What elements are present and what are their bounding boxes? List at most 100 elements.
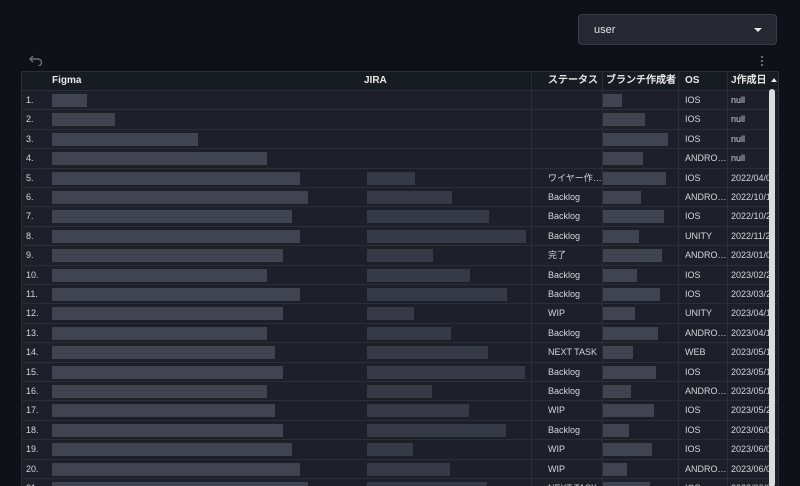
status-cell[interactable]: Backlog <box>548 188 603 207</box>
os-cell[interactable]: ANDRO… <box>685 246 727 265</box>
table-row[interactable]: 15. Backlog IOS 2023/05/1 <box>22 363 778 382</box>
row-index[interactable]: 3. <box>26 130 52 149</box>
redacted-jira-cell[interactable] <box>367 346 488 360</box>
redacted-figma-cell[interactable] <box>52 171 300 185</box>
row-index[interactable]: 6. <box>26 188 52 207</box>
redacted-branch-author-cell[interactable] <box>602 268 637 282</box>
table-row[interactable]: 12. WIP UNITY 2023/04/1 <box>22 304 778 324</box>
redacted-branch-author-cell[interactable] <box>602 113 645 127</box>
os-cell[interactable]: ANDRO… <box>685 460 727 479</box>
redacted-jira-cell[interactable] <box>367 249 433 263</box>
user-select[interactable]: user <box>578 14 777 45</box>
row-index[interactable]: 11. <box>26 285 52 304</box>
row-index[interactable]: 1. <box>26 91 52 110</box>
redacted-branch-author-cell[interactable] <box>602 307 635 321</box>
row-index[interactable]: 17. <box>26 401 52 420</box>
os-cell[interactable]: IOS <box>685 421 727 440</box>
os-cell[interactable]: IOS <box>685 91 727 110</box>
redacted-figma-cell[interactable] <box>52 443 292 457</box>
os-cell[interactable]: IOS <box>685 207 727 226</box>
row-index[interactable]: 14. <box>26 343 52 362</box>
status-cell[interactable]: Backlog <box>548 421 603 440</box>
table-row[interactable]: 8. Backlog UNITY 2022/11/2 <box>22 227 778 247</box>
redacted-jira-cell[interactable] <box>367 462 450 476</box>
status-cell[interactable]: WIP <box>548 460 603 479</box>
status-cell[interactable]: WIP <box>548 440 603 459</box>
redacted-branch-author-cell[interactable] <box>602 326 658 340</box>
table-row[interactable]: 1. IOS null <box>22 91 778 111</box>
os-cell[interactable]: IOS <box>685 479 727 486</box>
header-figma[interactable]: Figma <box>52 72 352 90</box>
status-cell[interactable] <box>548 149 603 168</box>
row-index[interactable]: 15. <box>26 363 52 382</box>
os-cell[interactable]: ANDRO… <box>685 382 727 401</box>
redacted-jira-cell[interactable] <box>367 365 525 379</box>
row-index[interactable]: 9. <box>26 246 52 265</box>
table-row[interactable]: 10. Backlog IOS 2023/02/2 <box>22 266 778 285</box>
status-cell[interactable]: Backlog <box>548 324 603 343</box>
redacted-jira-cell[interactable] <box>367 326 451 340</box>
redacted-jira-cell[interactable] <box>367 404 469 418</box>
row-index[interactable]: 12. <box>26 304 52 323</box>
vertical-scrollbar[interactable] <box>769 89 775 486</box>
redacted-figma-cell[interactable] <box>52 268 267 282</box>
table-row[interactable]: 20. WIP ANDRO… 2023/06/0 <box>22 460 778 479</box>
redacted-branch-author-cell[interactable] <box>602 229 639 243</box>
redacted-jira-cell[interactable] <box>367 385 432 398</box>
table-row[interactable]: 7. Backlog IOS 2022/10/2 <box>22 207 778 227</box>
row-index[interactable]: 10. <box>26 266 52 285</box>
redacted-branch-author-cell[interactable] <box>602 462 627 476</box>
data-grid[interactable]: Figma JIRA ステータス ブランチ作成者 OS J作成日 1. IOS nu… <box>21 71 779 486</box>
row-index[interactable]: 21. <box>26 479 52 486</box>
row-index[interactable]: 5. <box>26 169 52 188</box>
redacted-figma-cell[interactable] <box>52 385 267 398</box>
redacted-jira-cell[interactable] <box>367 268 470 282</box>
redacted-branch-author-cell[interactable] <box>602 423 629 437</box>
table-row[interactable]: 4. ANDRO… null <box>22 149 778 169</box>
redacted-branch-author-cell[interactable] <box>602 443 652 457</box>
row-index[interactable]: 20. <box>26 460 52 479</box>
header-status[interactable]: ステータス <box>548 72 603 90</box>
redacted-branch-author-cell[interactable] <box>602 288 660 301</box>
redacted-branch-author-cell[interactable] <box>602 171 666 185</box>
redacted-jira-cell[interactable] <box>367 443 413 457</box>
redacted-figma-cell[interactable] <box>52 365 283 379</box>
redacted-figma-cell[interactable] <box>52 482 308 486</box>
os-cell[interactable]: WEB <box>685 343 727 362</box>
status-cell[interactable] <box>548 110 603 129</box>
redacted-branch-author-cell[interactable] <box>602 482 650 486</box>
os-cell[interactable]: UNITY <box>685 304 727 323</box>
status-cell[interactable]: 完了 <box>548 246 603 265</box>
table-row[interactable]: 3. IOS null <box>22 130 778 150</box>
redacted-figma-cell[interactable] <box>52 307 283 321</box>
redacted-branch-author-cell[interactable] <box>602 249 662 263</box>
redacted-figma-cell[interactable] <box>52 191 308 204</box>
redacted-figma-cell[interactable] <box>52 346 275 360</box>
os-cell[interactable]: ANDRO… <box>685 324 727 343</box>
redacted-figma-cell[interactable] <box>52 210 292 224</box>
undo-icon[interactable] <box>29 54 43 66</box>
status-cell[interactable]: Backlog <box>548 382 603 401</box>
redacted-figma-cell[interactable] <box>52 94 87 107</box>
os-cell[interactable]: IOS <box>685 363 727 382</box>
redacted-branch-author-cell[interactable] <box>602 365 656 379</box>
redacted-jira-cell[interactable] <box>367 229 526 243</box>
more-vert-icon[interactable] <box>760 55 764 67</box>
redacted-branch-author-cell[interactable] <box>602 152 643 166</box>
status-cell[interactable]: Backlog <box>548 285 603 304</box>
table-row[interactable]: 17. WIP IOS 2023/05/2 <box>22 401 778 421</box>
status-cell[interactable]: ワイヤー作… <box>548 169 603 188</box>
table-row[interactable]: 9. 完了 ANDRO… 2023/01/0 <box>22 246 778 266</box>
status-cell[interactable] <box>548 130 603 149</box>
redacted-figma-cell[interactable] <box>52 288 300 301</box>
row-index[interactable]: 16. <box>26 382 52 401</box>
redacted-figma-cell[interactable] <box>52 229 300 243</box>
os-cell[interactable]: IOS <box>685 285 727 304</box>
status-cell[interactable]: Backlog <box>548 363 603 382</box>
redacted-branch-author-cell[interactable] <box>602 404 654 418</box>
row-index[interactable]: 19. <box>26 440 52 459</box>
os-cell[interactable]: IOS <box>685 169 727 188</box>
os-cell[interactable]: IOS <box>685 401 727 420</box>
table-row[interactable]: 13. Backlog ANDRO… 2023/04/1 <box>22 324 778 344</box>
status-cell[interactable]: WIP <box>548 401 603 420</box>
